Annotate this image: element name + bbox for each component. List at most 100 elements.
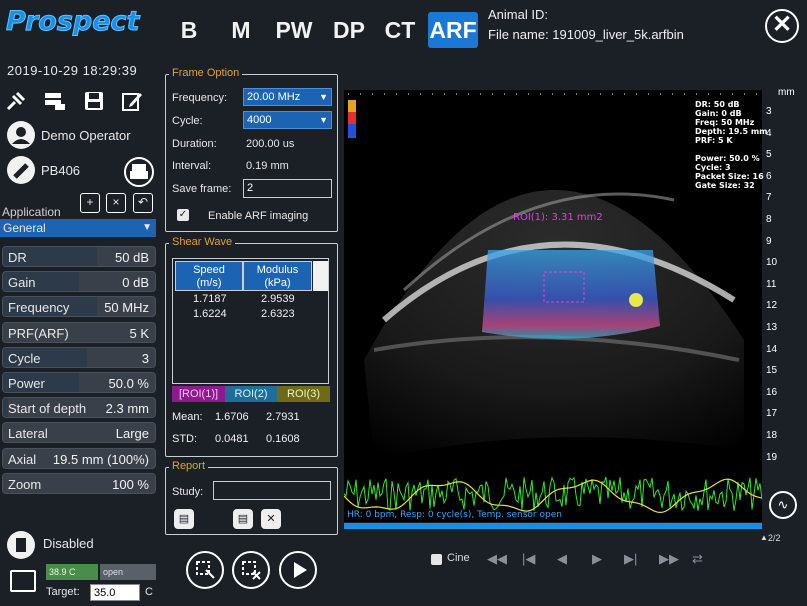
ecg-icon[interactable]: ∿	[769, 491, 797, 519]
skip-end-icon[interactable]: ▶|	[624, 551, 637, 567]
depth-tick-label: 14	[766, 343, 778, 355]
parameter-value: 2.3 mm	[105, 401, 149, 417]
cine-checkbox[interactable]	[431, 554, 442, 565]
fast-forward-icon[interactable]: ▶▶	[659, 551, 679, 567]
close-button[interactable]: ✕	[765, 9, 799, 43]
parameter-power[interactable]: Power 50.0 %	[2, 372, 156, 393]
undo-preset-icon[interactable]: ↶	[133, 193, 153, 213]
image-parameter-overlay: DR: 50 dB Gain: 0 dB Freq: 50 MHz Depth: 19…	[695, 100, 768, 190]
delete-preset-icon[interactable]: ×	[106, 193, 126, 213]
prospect-logo: Prospect	[5, 6, 140, 38]
depth-tick-label: 3	[766, 106, 772, 117]
parameter-value: 50.0 %	[108, 376, 149, 391]
application-select[interactable]: General ▼	[0, 219, 156, 237]
table-scrollbar[interactable]	[313, 261, 328, 291]
parameter-label: PRF(ARF)	[8, 325, 69, 341]
parameter-label: Axial	[8, 451, 37, 467]
save-frame-label: Save frame:	[172, 183, 232, 195]
probe-tool-icon[interactable]	[5, 90, 27, 112]
parameter-dr[interactable]: DR 50 dB	[2, 246, 156, 267]
roi-clear-button[interactable]	[232, 551, 270, 589]
target-temperature-input[interactable]: 35.0	[90, 584, 140, 601]
parameter-value: 19.5 mm (100%)	[52, 451, 149, 467]
parameter-value: 50 dB	[115, 250, 149, 265]
step-back-icon[interactable]: ◀	[557, 551, 567, 567]
frequency-select[interactable]: 20.00 MHz ▼	[243, 88, 332, 106]
speed-column-header: Speed (m/s)	[175, 261, 243, 291]
roi2-tab[interactable]: ROI(2)	[225, 386, 277, 402]
printer-icon[interactable]	[124, 157, 154, 187]
chevron-down-icon: ▼	[319, 115, 328, 125]
save-frame-input[interactable]: 2	[243, 179, 332, 198]
overlay-line: Freq: 50 MHz	[695, 118, 755, 127]
play-button[interactable]	[279, 551, 317, 589]
cycle-select[interactable]: 4000 ▼	[243, 111, 332, 129]
parameter-value: 0 dB	[122, 275, 149, 291]
parameter-start-of-depth[interactable]: Start of depth 2.3 mm	[2, 397, 156, 419]
parameter-cycle[interactable]: Cycle 3	[2, 346, 156, 368]
server-icon[interactable]	[43, 90, 65, 112]
depth-tick-label: 8	[766, 214, 772, 225]
interval-label: Interval:	[172, 160, 212, 172]
frequency-label: Frequency:	[172, 92, 228, 104]
mode-pw-button[interactable]: PW	[273, 12, 315, 48]
depth-tick-label: 5	[766, 149, 772, 161]
enable-arf-checkbox[interactable]: ✓	[177, 209, 189, 221]
mode-b-button[interactable]: B	[176, 12, 202, 48]
overlay-line: Packet Size: 16	[695, 172, 764, 181]
mode-ct-button[interactable]: CT	[380, 12, 420, 48]
parameter-label: Frequency	[8, 300, 70, 316]
parameter-value: 100 %	[112, 476, 149, 492]
roi1-tab[interactable]: [ROI(1)]	[172, 386, 225, 402]
target-unit-label: C	[145, 586, 153, 598]
frame-option-title: Frame Option	[169, 67, 243, 79]
parameter-level-fill	[3, 398, 8, 418]
report-delete-icon[interactable]: ✕	[261, 509, 281, 529]
chevron-down-icon: ▼	[142, 222, 152, 233]
chevron-down-icon: ▼	[319, 92, 328, 102]
roi-area-label: ROI(1): 3.31 mm2	[513, 212, 603, 223]
parameter-zoom[interactable]: Zoom 100 %	[2, 472, 156, 494]
disabled-status-icon[interactable]	[7, 531, 35, 559]
edit-icon[interactable]	[121, 90, 143, 112]
mean-speed-value: 1.6706	[215, 411, 249, 423]
depth-tick-label: 9	[766, 235, 772, 247]
add-preset-icon[interactable]: +	[80, 193, 100, 213]
duration-label: Duration:	[172, 138, 217, 150]
depth-tick-label: 17	[766, 408, 778, 420]
parameter-prf-arf[interactable]: PRF(ARF) 5 K	[2, 321, 156, 343]
table-cell-speed: 1.7187	[193, 293, 227, 305]
fast-rewind-icon[interactable]: ◀◀	[487, 551, 507, 567]
mode-m-button[interactable]: M	[226, 12, 256, 48]
loop-icon[interactable]: ⇄	[692, 551, 703, 567]
enable-arf-label: Enable ARF imaging	[208, 210, 309, 222]
physio-status-text: HR: 0 bpm, Resp: 0 cycle(s), Temp. senso…	[347, 510, 562, 520]
parameter-value: Large	[115, 426, 149, 442]
roi-select-button[interactable]	[186, 551, 224, 589]
depth-tick-label: 16	[766, 386, 778, 398]
study-input[interactable]	[213, 481, 331, 500]
probe-icon[interactable]	[7, 156, 35, 184]
parameter-gain[interactable]: Gain 0 dB	[2, 271, 156, 293]
depth-tick-label: 19	[766, 451, 778, 463]
step-forward-icon[interactable]: ▶	[592, 551, 602, 567]
roi3-tab[interactable]: ROI(3)	[277, 386, 330, 402]
overlay-line: Gain: 0 dB	[695, 109, 742, 118]
depth-ruler: 3 4 5 6 7 8 9 10 11 12 13 14 15 16 17 18 19	[766, 90, 807, 530]
parameter-axial[interactable]: Axial 19.5 mm (100%)	[2, 447, 156, 469]
parameter-lateral[interactable]: Lateral Large	[2, 422, 156, 444]
report-export-icon[interactable]: ▤	[233, 509, 253, 529]
depth-tick-label: 15	[766, 365, 778, 377]
monitor-icon[interactable]	[10, 570, 36, 592]
frame-progress-bar[interactable]	[344, 523, 762, 529]
mode-arf-button[interactable]: ARF	[428, 12, 478, 48]
parameter-frequency[interactable]: Frequency 50 MHz	[2, 296, 156, 318]
save-icon[interactable]	[83, 90, 105, 112]
skip-start-icon[interactable]: |◀	[522, 551, 535, 567]
temperature-badge: 38.9 C	[46, 564, 98, 580]
operator-avatar-icon[interactable]	[7, 121, 35, 149]
scroll-up-icon[interactable]: ▲	[760, 533, 768, 542]
mode-dp-button[interactable]: DP	[328, 12, 370, 48]
report-open-icon[interactable]: ▤	[174, 509, 194, 529]
overlay-line: Depth: 19.5 mm	[695, 127, 768, 136]
